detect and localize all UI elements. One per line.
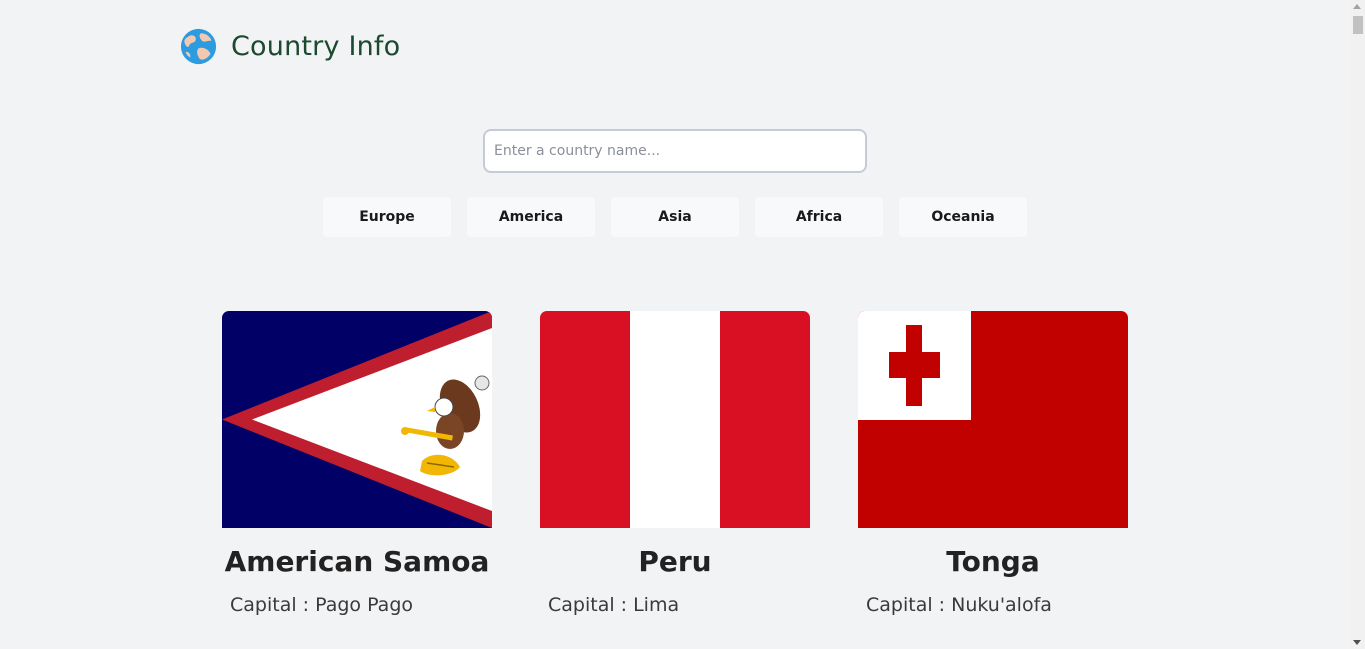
- country-name: American Samoa: [224, 545, 490, 578]
- scroll-down-arrow-icon[interactable]: [1353, 640, 1361, 645]
- country-name: Peru: [638, 545, 712, 578]
- filter-europe-button[interactable]: Europe: [323, 197, 451, 237]
- country-cards: American Samoa Capital : Pago Pago Peru …: [222, 311, 1128, 616]
- country-name: Tonga: [946, 545, 1040, 578]
- country-capital: Capital : Nuku'alofa: [866, 594, 1052, 616]
- american-samoa-flag: [222, 311, 492, 528]
- country-capital: Capital : Lima: [548, 594, 680, 616]
- filter-asia-button[interactable]: Asia: [611, 197, 739, 237]
- app-title: Country Info: [231, 31, 401, 62]
- region-filters: Europe America Asia Africa Oceania: [323, 197, 1027, 237]
- search-input[interactable]: [483, 129, 867, 173]
- scroll-thumb[interactable]: [1353, 16, 1363, 34]
- page-scrollbar[interactable]: [1350, 0, 1365, 649]
- scroll-up-arrow-icon[interactable]: [1353, 4, 1361, 9]
- country-card[interactable]: Tonga Capital : Nuku'alofa: [858, 311, 1128, 616]
- filter-oceania-button[interactable]: Oceania: [899, 197, 1027, 237]
- header: Country Info: [180, 28, 400, 65]
- filter-america-button[interactable]: America: [467, 197, 595, 237]
- filter-africa-button[interactable]: Africa: [755, 197, 883, 237]
- tonga-flag: [858, 311, 1128, 528]
- country-capital: Capital : Pago Pago: [230, 594, 414, 616]
- country-card[interactable]: Peru Capital : Lima: [540, 311, 810, 616]
- page: Country Info Europe America Asia Africa …: [0, 0, 1365, 649]
- globe-icon: [180, 28, 217, 65]
- peru-flag: [540, 311, 810, 528]
- country-card[interactable]: American Samoa Capital : Pago Pago: [222, 311, 492, 616]
